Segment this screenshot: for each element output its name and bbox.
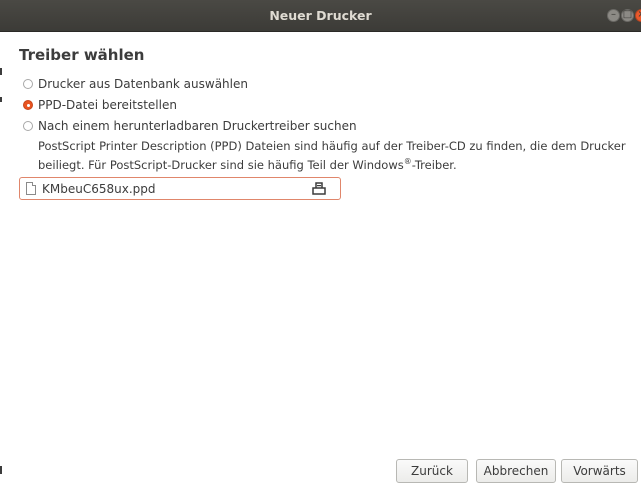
left-edge-mark	[0, 97, 2, 102]
radio-button[interactable]	[23, 79, 33, 89]
ppd-file-chooser[interactable]: KMbeuC658ux.ppd	[19, 177, 341, 200]
maximize-icon[interactable]: □	[621, 9, 634, 22]
folder-open-icon[interactable]	[308, 178, 330, 199]
radio-button-selected[interactable]	[23, 100, 33, 110]
minimize-icon[interactable]: –	[607, 9, 620, 22]
document-icon	[26, 182, 36, 195]
close-icon[interactable]: ×	[635, 9, 641, 22]
left-edge-mark	[0, 466, 2, 474]
window-title: Neuer Drucker	[269, 8, 372, 23]
description-line-2: beiliegt. Für PostScript-Drucker sind si…	[38, 157, 457, 172]
title-bar[interactable]: Neuer Drucker – □ ×	[0, 0, 641, 32]
radio-option-database[interactable]: Drucker aus Datenbank auswählen	[23, 75, 248, 93]
back-button[interactable]: Zurück	[396, 459, 468, 483]
radio-button[interactable]	[23, 121, 33, 131]
radio-option-ppd-file[interactable]: PPD-Datei bereitstellen	[23, 96, 177, 114]
radio-label: Drucker aus Datenbank auswählen	[38, 77, 248, 91]
radio-option-download-driver[interactable]: Nach einem herunterladbaren Druckertreib…	[23, 117, 357, 135]
page-heading: Treiber wählen	[19, 46, 145, 64]
radio-label: PPD-Datei bereitstellen	[38, 98, 177, 112]
ppd-description: PostScript Printer Description (PPD) Dat…	[38, 138, 636, 173]
cancel-button[interactable]: Abbrechen	[476, 459, 556, 483]
left-edge-mark	[0, 68, 2, 75]
forward-button[interactable]: Vorwärts	[561, 459, 638, 483]
description-line-1: PostScript Printer Description (PPD) Dat…	[38, 139, 626, 153]
ppd-file-name: KMbeuC658ux.ppd	[42, 181, 156, 196]
radio-label: Nach einem herunterladbaren Druckertreib…	[38, 119, 357, 133]
